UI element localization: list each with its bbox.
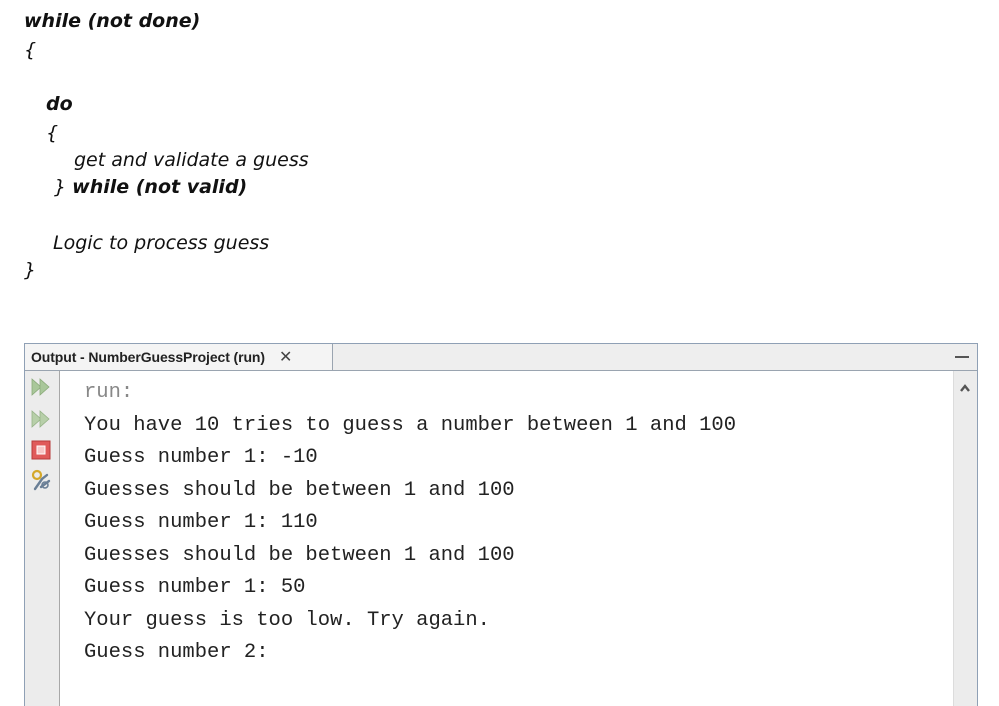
panel-header: Output - NumberGuessProject (run) ✕ [25, 344, 977, 371]
tab-title: Output - NumberGuessProject (run) [31, 349, 265, 365]
console-line: Guess number 1: 110 [84, 511, 318, 534]
output-toolbar [25, 371, 60, 706]
console-line: You have 10 tries to guess a number betw… [84, 414, 737, 437]
pseudo-line-get-validate: get and validate a guess [74, 149, 309, 171]
pseudo-line-logic: Logic to process guess [53, 232, 270, 254]
close-icon[interactable]: ✕ [279, 349, 292, 365]
pseudocode-block: while (not done) { do { get and validate… [0, 0, 999, 320]
console-line: Your guess is too low. Try again. [84, 609, 490, 632]
tab-output[interactable]: Output - NumberGuessProject (run) ✕ [25, 344, 333, 370]
console-line: Guess number 1: -10 [84, 446, 318, 469]
pseudo-while-not-valid: while (not valid) [72, 176, 248, 198]
console-line: Guesses should be between 1 and 100 [84, 479, 515, 502]
rerun-with-options-icon[interactable] [30, 408, 52, 430]
vertical-scrollbar[interactable] [953, 371, 977, 706]
console-line: Guess number 2: [84, 641, 269, 664]
minimize-icon[interactable] [955, 356, 969, 358]
pseudo-line-while-not-valid: } while (not valid) [54, 176, 247, 198]
pseudo-line-open-brace: { [24, 39, 37, 61]
pseudo-line-while-not-done: while (not done) [24, 10, 201, 32]
rerun-icon[interactable] [30, 376, 52, 398]
console-line: run: [84, 381, 134, 404]
console-line: Guess number 1: 50 [84, 576, 306, 599]
stop-icon[interactable] [30, 439, 52, 461]
scroll-up-icon[interactable] [959, 378, 971, 392]
console-line: Guesses should be between 1 and 100 [84, 544, 515, 567]
pseudo-line-do: do [46, 93, 73, 115]
pseudo-line-inner-open-brace: { [46, 122, 59, 144]
pseudo-line-close-brace: } [24, 259, 37, 281]
output-panel: Output - NumberGuessProject (run) ✕ run:… [24, 343, 978, 706]
pseudo-close-brace: } [54, 176, 67, 198]
settings-icon[interactable] [30, 469, 52, 491]
console-output[interactable]: run: You have 10 tries to guess a number… [60, 371, 953, 706]
